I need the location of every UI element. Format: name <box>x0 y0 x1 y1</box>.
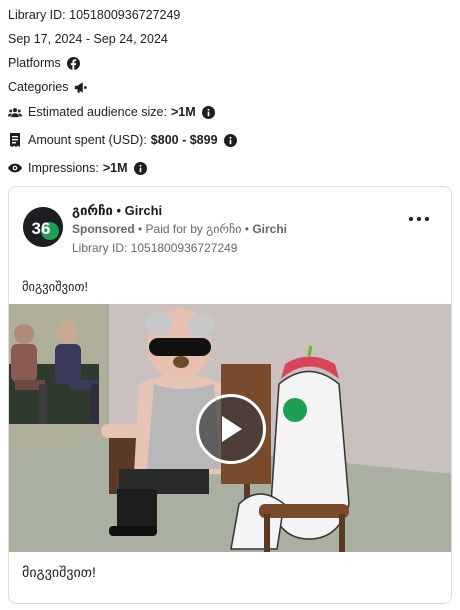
page-name[interactable]: გირჩი • Girchi <box>72 203 162 219</box>
spent-row: Amount spent (USD): $800 - $899 <box>8 133 238 147</box>
more-icon[interactable] <box>409 217 429 225</box>
info-icon[interactable] <box>202 105 216 119</box>
play-icon[interactable] <box>196 394 266 464</box>
facebook-icon[interactable] <box>67 56 81 70</box>
megaphone-icon[interactable] <box>74 80 88 94</box>
audience-row: Estimated audience size: >1M <box>8 105 216 119</box>
receipt-icon <box>8 133 22 147</box>
avatar[interactable]: 36 <box>23 207 63 247</box>
platforms-label: Platforms <box>8 56 61 70</box>
platforms-row: Platforms <box>8 56 81 70</box>
impressions-row: Impressions: >1M <box>8 161 148 175</box>
spent-value: $800 - $899 <box>150 133 218 147</box>
sponsored-label: Sponsored <box>72 222 135 236</box>
impressions-label: Impressions: <box>28 161 99 175</box>
categories-row: Categories <box>8 80 88 94</box>
library-id: Library ID: 1051800936727249 <box>8 8 181 22</box>
eye-icon <box>8 161 22 175</box>
ad-caption: მიგვიშვით! <box>22 564 96 580</box>
ad-video[interactable] <box>9 304 451 552</box>
spent-label: Amount spent (USD): <box>28 133 147 147</box>
ad-body-text: მიგვიშვით! <box>22 280 88 294</box>
people-icon <box>8 105 22 119</box>
impressions-value: >1M <box>102 161 128 175</box>
avatar-text: 36 <box>32 219 51 238</box>
categories-label: Categories <box>8 80 69 94</box>
ad-card: 36 გირჩი • Girchi Sponsored • Paid for b… <box>8 186 452 604</box>
audience-value: >1M <box>170 105 196 119</box>
sponsored-line: Sponsored • Paid for by გირჩი • Girchi <box>72 222 287 236</box>
paid-for-name[interactable]: Girchi <box>252 222 287 236</box>
info-icon[interactable] <box>134 161 148 175</box>
audience-label: Estimated audience size: <box>28 105 167 119</box>
info-icon[interactable] <box>224 133 238 147</box>
date-range: Sep 17, 2024 - Sep 24, 2024 <box>8 32 168 46</box>
paid-for-prefix: • Paid for by გირჩი • <box>134 222 253 236</box>
ad-library-id: Library ID: 1051800936727249 <box>72 241 238 255</box>
